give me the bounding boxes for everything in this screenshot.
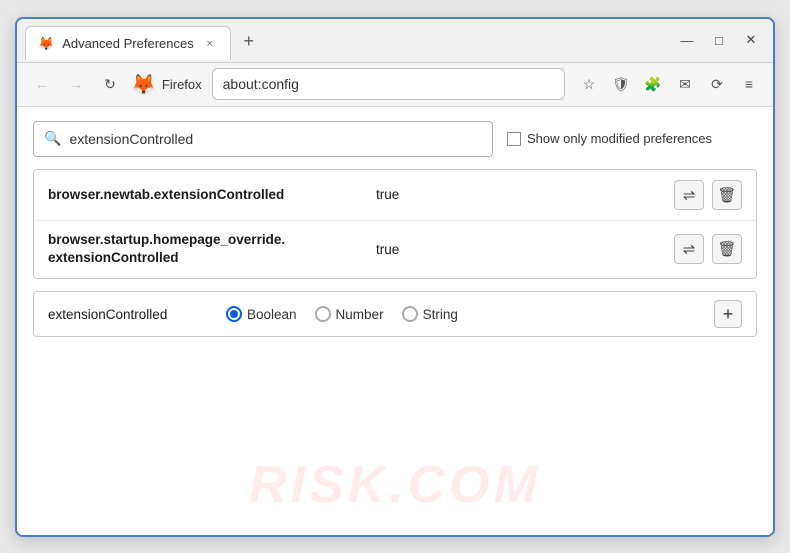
trash-icon: 🗑 — [717, 186, 736, 204]
add-icon: + — [723, 304, 734, 325]
window-controls: — □ ✕ — [673, 26, 765, 54]
swap-icon: ⇌ — [683, 186, 696, 204]
number-radio-circle — [315, 306, 331, 322]
table-row: browser.newtab.extensionControlled true … — [34, 170, 756, 221]
results-table: browser.newtab.extensionControlled true … — [33, 169, 757, 280]
title-bar: 🦊 Advanced Preferences × + — □ ✕ — [17, 19, 773, 63]
pref-name: browser.newtab.extensionControlled — [48, 187, 368, 202]
boolean-radio-fill — [230, 310, 238, 318]
nav-bar: ← → ↻ 🦊 Firefox about:config ☆ 🛡 🧩 ✉ — [17, 63, 773, 107]
number-radio-label: Number — [336, 307, 384, 322]
address-text: about:config — [223, 76, 299, 92]
boolean-radio-label: Boolean — [247, 307, 297, 322]
bookmark-button[interactable]: ☆ — [575, 70, 603, 98]
reload-button[interactable]: ↻ — [95, 69, 125, 99]
pref-value: true — [376, 242, 399, 257]
delete-button[interactable]: 🗑 — [712, 180, 742, 210]
tab-favicon: 🦊 — [38, 36, 54, 52]
back-button[interactable]: ← — [27, 69, 57, 99]
search-row: 🔍 Show only modified preferences — [33, 121, 757, 157]
search-input[interactable] — [69, 131, 482, 147]
address-bar[interactable]: about:config — [212, 68, 565, 100]
firefox-logo: 🦊 — [131, 72, 156, 97]
show-modified-option[interactable]: Show only modified preferences — [507, 131, 712, 146]
add-pref-button[interactable]: + — [714, 300, 742, 328]
show-modified-checkbox[interactable] — [507, 132, 521, 146]
new-tab-button[interactable]: + — [235, 27, 263, 55]
new-pref-row: extensionControlled Boolean Number — [33, 291, 757, 337]
sync-button[interactable]: ⟳ — [703, 70, 731, 98]
pref-row-actions: ⇌ 🗑 — [674, 180, 742, 210]
shield-button[interactable]: 🛡 — [607, 70, 635, 98]
extensions-button[interactable]: 🧩 — [639, 70, 667, 98]
mail-button[interactable]: ✉ — [671, 70, 699, 98]
string-radio-circle — [402, 306, 418, 322]
pref-name: browser.startup.homepage_override.extens… — [48, 231, 368, 269]
forward-button[interactable]: → — [61, 69, 91, 99]
menu-button[interactable]: ≡ — [735, 70, 763, 98]
swap-icon: ⇌ — [683, 240, 696, 258]
number-radio-option[interactable]: Number — [315, 306, 384, 322]
string-radio-option[interactable]: String — [402, 306, 458, 322]
boolean-radio-option[interactable]: Boolean — [226, 306, 297, 322]
pref-row-actions: ⇌ 🗑 — [674, 234, 742, 264]
trash-icon: 🗑 — [717, 240, 736, 258]
toggle-button[interactable]: ⇌ — [674, 180, 704, 210]
maximize-button[interactable]: □ — [705, 26, 733, 54]
type-radio-group: Boolean Number String — [226, 306, 458, 322]
delete-button[interactable]: 🗑 — [712, 234, 742, 264]
new-pref-name: extensionControlled — [48, 307, 208, 322]
table-row: browser.startup.homepage_override.extens… — [34, 221, 756, 279]
active-tab[interactable]: 🦊 Advanced Preferences × — [25, 26, 231, 60]
close-window-button[interactable]: ✕ — [737, 26, 765, 54]
browser-window: 🦊 Advanced Preferences × + — □ ✕ ← → — [15, 17, 775, 537]
show-modified-label: Show only modified preferences — [527, 131, 712, 146]
search-box[interactable]: 🔍 — [33, 121, 493, 157]
string-radio-label: String — [423, 307, 458, 322]
search-icon: 🔍 — [44, 130, 61, 147]
browser-name: Firefox — [162, 77, 202, 92]
toggle-button[interactable]: ⇌ — [674, 234, 704, 264]
boolean-radio-circle — [226, 306, 242, 322]
content-area: RISK.COM 🔍 Show only modified preference… — [17, 107, 773, 535]
tab-title: Advanced Preferences — [62, 36, 194, 51]
tab-close-button[interactable]: × — [202, 36, 218, 52]
pref-value: true — [376, 187, 399, 202]
watermark: RISK.COM — [249, 455, 541, 515]
nav-icon-group: ☆ 🛡 🧩 ✉ ⟳ ≡ — [575, 70, 763, 98]
minimize-button[interactable]: — — [673, 26, 701, 54]
